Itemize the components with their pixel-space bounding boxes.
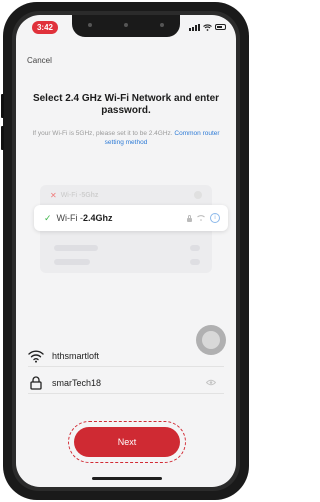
wifi-icon	[197, 215, 205, 221]
phone-side-button	[1, 126, 4, 150]
info-icon: i	[210, 213, 220, 223]
unsupported-prefix: Wi-Fi -	[60, 191, 82, 199]
unsupported-band: 5Ghz	[81, 191, 99, 199]
app-screen: 3:42 Cancel Select 2.4 GHz Wi-Fi Network	[16, 15, 236, 487]
wifi-name-value: hthsmartloft	[52, 350, 100, 361]
notch	[72, 15, 180, 37]
placeholder-line	[190, 259, 200, 265]
status-icons	[189, 21, 226, 33]
wifi-icon	[28, 349, 44, 363]
band-hint: If your Wi-Fi is 5GHz, please set it to …	[32, 129, 220, 147]
placeholder-line	[54, 245, 98, 251]
band-row-icons: i	[187, 213, 220, 223]
notch-sensor-icon	[160, 23, 164, 27]
signal-icon	[189, 23, 200, 31]
home-indicator[interactable]	[92, 477, 162, 480]
wifi-status-icon	[203, 23, 212, 31]
assistive-touch-button[interactable]	[196, 325, 226, 355]
info-icon	[194, 191, 202, 199]
lock-icon	[30, 375, 42, 390]
notch-sensor-icon	[88, 23, 92, 27]
notch-camera-icon	[124, 23, 128, 27]
lock-icon	[187, 214, 192, 222]
next-button[interactable]: Next	[74, 427, 180, 457]
status-bar: 3:42	[16, 15, 236, 41]
cancel-button[interactable]: Cancel	[27, 56, 52, 65]
wifi-password-field[interactable]: smarTech18	[28, 372, 224, 394]
check-icon: ✓	[44, 212, 52, 223]
phone-frame: 3:42 Cancel Select 2.4 GHz Wi-Fi Network	[1, 2, 249, 500]
placeholder-line	[54, 259, 90, 265]
supported-band: 2.4Ghz	[83, 213, 113, 223]
supported-prefix: Wi-Fi -	[56, 213, 84, 223]
wifi-name-field[interactable]: hthsmartloft	[28, 345, 224, 367]
wifi-band-unsupported: ✕ Wi-Fi - 5Ghz	[40, 188, 212, 202]
phone-side-button	[1, 94, 4, 118]
status-time: 3:42	[32, 21, 58, 34]
wifi-password-value: smarTech18	[52, 377, 102, 388]
placeholder-line	[190, 245, 200, 251]
eye-icon[interactable]	[206, 379, 216, 386]
band-hint-text: If your Wi-Fi is 5GHz, please set it to …	[32, 130, 173, 137]
battery-icon	[215, 24, 226, 30]
page-title: Select 2.4 GHz Wi-Fi Network and enter p…	[32, 93, 220, 116]
cross-icon: ✕	[50, 190, 57, 200]
wifi-band-supported: ✓ Wi-Fi - 2.4Ghz i	[34, 205, 228, 231]
